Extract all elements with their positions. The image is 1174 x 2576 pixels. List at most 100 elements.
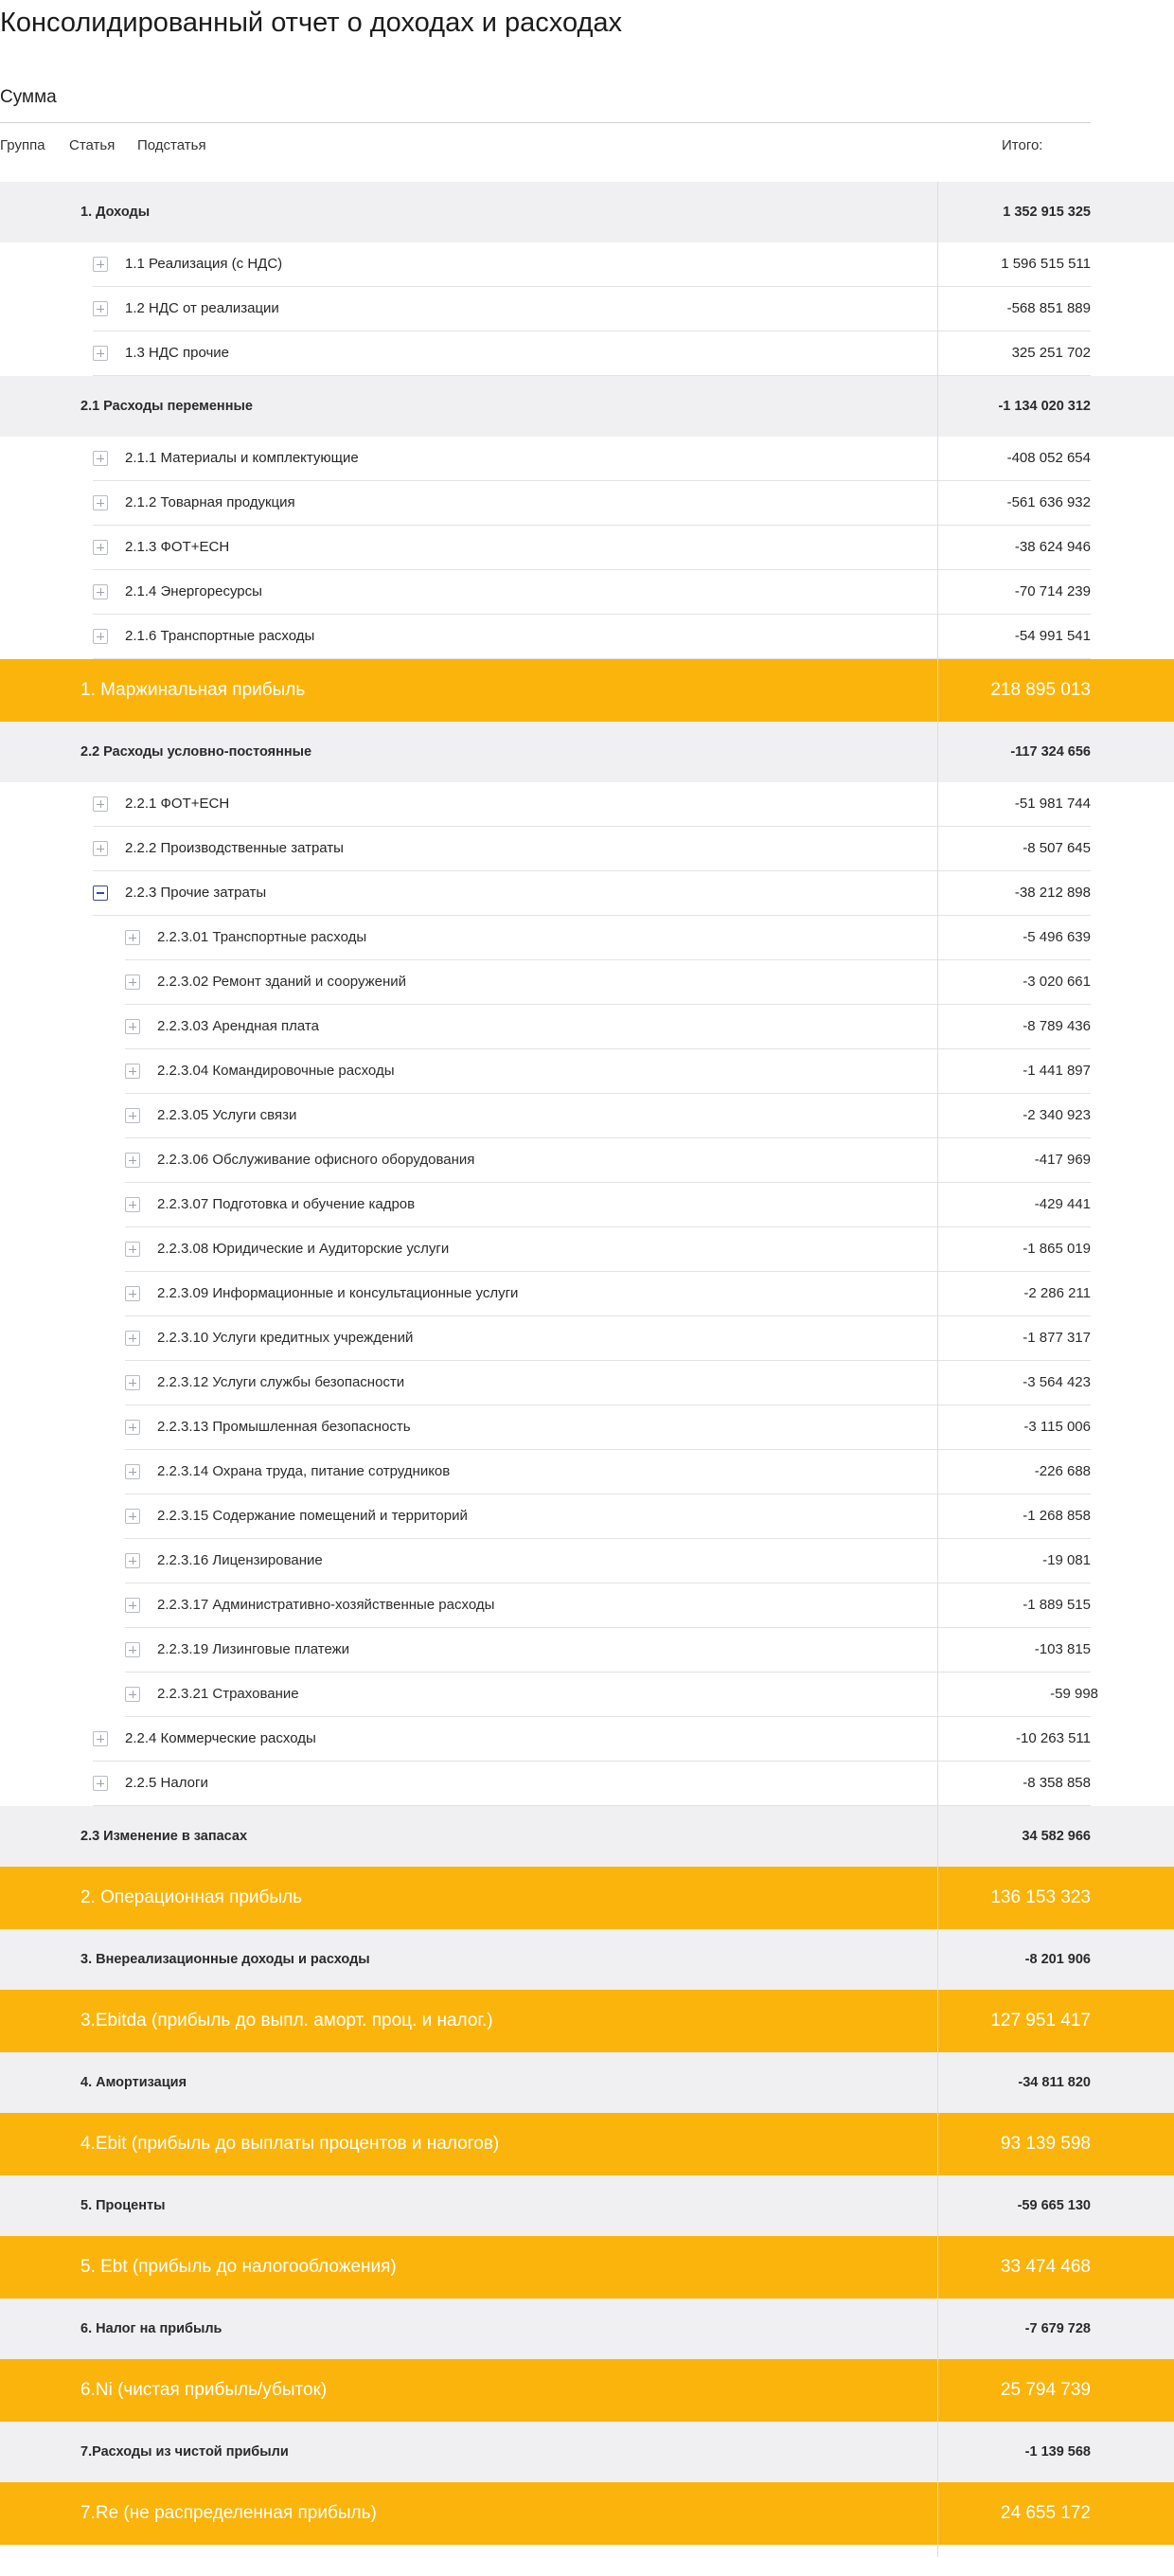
row-label: 2.2 Расходы условно-постоянные (80, 744, 312, 760)
row-label: 2.2.3.19 Лизинговые платежи (157, 1641, 350, 1657)
subarticle-row[interactable]: 2.2.3.17 Административно-хозяйственные р… (0, 1583, 1174, 1628)
expand-icon[interactable] (125, 975, 140, 990)
row-label: 2.2.3 Прочие затраты (125, 885, 267, 901)
row-label: 2.2.3.07 Подготовка и обучение кадров (157, 1196, 416, 1212)
row-value: 127 951 417 (990, 2011, 1091, 2030)
subarticle-row[interactable]: 2.2.3.01 Транспортные расходы -5 496 639 (0, 916, 1174, 960)
row-label: 1. Маржинальная прибыль (80, 680, 306, 700)
expand-icon[interactable] (125, 1286, 140, 1301)
expand-icon[interactable] (125, 1108, 140, 1123)
row-value: -3 564 423 (1023, 1374, 1091, 1390)
collapse-icon[interactable] (93, 886, 108, 901)
expand-icon[interactable] (93, 495, 108, 510)
row-label: 2.2.5 Налоги (125, 1775, 208, 1791)
row-value: -8 358 858 (1023, 1775, 1091, 1791)
expand-icon[interactable] (125, 1598, 140, 1613)
article-row[interactable]: 1.3 НДС прочие 325 251 702 (0, 331, 1174, 376)
group-row: 2.1 Расходы переменные -1 134 020 312 (0, 376, 1174, 437)
article-row[interactable]: 2.2.5 Налоги -8 358 858 (0, 1762, 1174, 1806)
subarticle-row[interactable]: 2.2.3.14 Охрана труда, питание сотрудник… (0, 1450, 1174, 1494)
subarticle-row[interactable]: 2.2.3.03 Арендная плата -8 789 436 (0, 1005, 1174, 1049)
expand-icon[interactable] (125, 1153, 140, 1168)
expand-icon[interactable] (125, 1197, 140, 1212)
row-label: 2.2.3.15 Содержание помещений и территор… (157, 1508, 468, 1524)
expand-icon[interactable] (125, 1642, 140, 1657)
expand-icon[interactable] (125, 1553, 140, 1568)
expand-icon[interactable] (93, 1731, 108, 1746)
row-label: 6. Налог на прибыль (80, 2321, 222, 2336)
row-value: -59 998 (1050, 1686, 1098, 1702)
article-row[interactable]: 2.2.2 Производственные затраты -8 507 645 (0, 827, 1174, 871)
expand-icon[interactable] (93, 257, 108, 272)
row-value: 25 794 739 (1000, 2380, 1091, 2400)
expand-icon[interactable] (93, 841, 108, 856)
total-row: 4.Ebit (прибыль до выплаты процентов и н… (0, 2113, 1174, 2175)
expand-icon[interactable] (125, 1420, 140, 1435)
subarticle-row[interactable]: 2.2.3.15 Содержание помещений и территор… (0, 1494, 1174, 1539)
article-row[interactable]: 1.2 НДС от реализации -568 851 889 (0, 287, 1174, 331)
article-row[interactable]: 2.1.4 Энергоресурсы -70 714 239 (0, 570, 1174, 615)
row-value: -568 851 889 (1006, 300, 1091, 316)
expand-icon[interactable] (93, 629, 108, 644)
expand-icon[interactable] (125, 1687, 140, 1702)
expand-icon[interactable] (93, 796, 108, 812)
row-value: -3 020 661 (1023, 974, 1091, 990)
article-row[interactable]: 2.1.1 Материалы и комплектующие -408 052 … (0, 437, 1174, 481)
row-value: -1 877 317 (1023, 1330, 1091, 1346)
article-row[interactable]: 2.2.1 ФОТ+ЕСН -51 981 744 (0, 782, 1174, 827)
row-value: -103 815 (1034, 1641, 1091, 1657)
article-row[interactable]: 2.1.3 ФОТ+ЕСН -38 624 946 (0, 526, 1174, 570)
row-value: -417 969 (1034, 1152, 1091, 1168)
row-label: 2.2.2 Производственные затраты (125, 840, 344, 856)
row-value: 218 895 013 (990, 680, 1091, 700)
expand-icon[interactable] (125, 1331, 140, 1346)
row-label: 3. Внереализационные доходы и расходы (80, 1952, 370, 1967)
subarticle-row[interactable]: 2.2.3.07 Подготовка и обучение кадров -42… (0, 1183, 1174, 1227)
subarticle-row[interactable]: 2.2.3.06 Обслуживание офисного оборудова… (0, 1138, 1174, 1183)
row-label: 2.2.3.12 Услуги службы безопасности (157, 1374, 405, 1390)
row-label: 2.2.3.09 Информационные и консультационн… (157, 1285, 519, 1301)
article-row[interactable]: 2.1.6 Транспортные расходы -54 991 541 (0, 615, 1174, 659)
row-label: 6.Ni (чистая прибыль/убыток) (80, 2380, 328, 2400)
expand-icon[interactable] (125, 1464, 140, 1479)
row-label: 2.3 Изменение в запасах (80, 1829, 248, 1844)
row-value: -8 507 645 (1023, 840, 1091, 856)
expand-icon[interactable] (125, 1064, 140, 1079)
expand-icon[interactable] (93, 540, 108, 555)
expand-icon[interactable] (125, 1019, 140, 1034)
subarticle-row[interactable]: 2.2.3.05 Услуги связи -2 340 923 (0, 1094, 1174, 1138)
row-label: 4.Ebit (прибыль до выплаты процентов и н… (80, 2134, 500, 2154)
subarticle-row[interactable]: 2.2.3.10 Услуги кредитных учреждений -1 8… (0, 1316, 1174, 1361)
row-label: 2.1.6 Транспортные расходы (125, 628, 315, 644)
article-row[interactable]: 2.2.3 Прочие затраты -38 212 898 (0, 871, 1174, 916)
article-row[interactable]: 1.1 Реализация (с НДС) 1 596 515 511 (0, 242, 1174, 287)
group-row: 4. Амортизация -34 811 820 (0, 2052, 1174, 2113)
expand-icon[interactable] (93, 584, 108, 599)
row-value: -2 340 923 (1023, 1107, 1091, 1123)
subarticle-row[interactable]: 2.2.3.12 Услуги службы безопасности -3 56… (0, 1361, 1174, 1405)
row-value: -10 263 511 (1016, 1730, 1091, 1746)
subarticle-row[interactable]: 2.2.3.13 Промышленная безопасность -3 115… (0, 1405, 1174, 1450)
expand-icon[interactable] (93, 451, 108, 466)
row-value: -5 496 639 (1023, 929, 1091, 945)
subarticle-row[interactable]: 2.2.3.09 Информационные и консультационн… (0, 1272, 1174, 1316)
row-label: 2.2.3.10 Услуги кредитных учреждений (157, 1330, 414, 1346)
row-label: 3.Ebitda (прибыль до выпл. аморт. проц. … (80, 2011, 493, 2030)
article-row[interactable]: 2.2.4 Коммерческие расходы -10 263 511 (0, 1717, 1174, 1762)
subarticle-row[interactable]: 2.2.3.21 Страхование -59 998 (0, 1673, 1174, 1717)
subarticle-row[interactable]: 2.2.3.02 Ремонт зданий и сооружений -3 02… (0, 960, 1174, 1005)
expand-icon[interactable] (125, 930, 140, 945)
expand-icon[interactable] (125, 1375, 140, 1390)
subarticle-row[interactable]: 2.2.3.19 Лизинговые платежи -103 815 (0, 1628, 1174, 1673)
expand-icon[interactable] (93, 1776, 108, 1791)
subarticle-row[interactable]: 2.2.3.08 Юридические и Аудиторские услуг… (0, 1227, 1174, 1272)
article-row[interactable]: 2.1.2 Товарная продукция -561 636 932 (0, 481, 1174, 526)
total-column-divider (937, 182, 938, 2557)
expand-icon[interactable] (125, 1242, 140, 1257)
row-label: 2. Операционная прибыль (80, 1887, 303, 1907)
subarticle-row[interactable]: 2.2.3.04 Командировочные расходы -1 441 8… (0, 1049, 1174, 1094)
expand-icon[interactable] (93, 346, 108, 361)
expand-icon[interactable] (125, 1509, 140, 1524)
subarticle-row[interactable]: 2.2.3.16 Лицензирование -19 081 (0, 1539, 1174, 1583)
expand-icon[interactable] (93, 301, 108, 316)
